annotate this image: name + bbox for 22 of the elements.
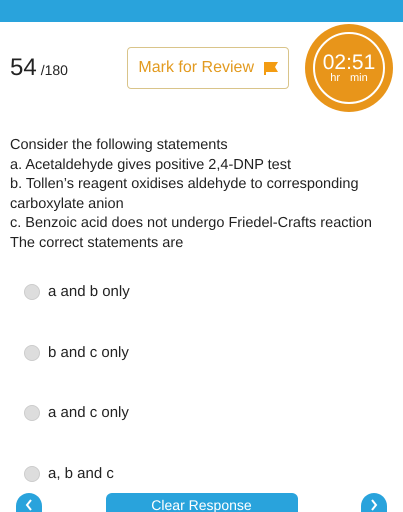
chevron-right-icon [370, 499, 378, 511]
option-label[interactable]: a, b and c [48, 462, 114, 485]
question-intro: Consider the following statements [10, 136, 229, 155]
radio-button[interactable] [24, 405, 40, 422]
radio-button[interactable] [24, 284, 40, 300]
radio-button[interactable] [24, 344, 40, 361]
question-prompt: The correct statements are [10, 234, 184, 252]
statement-text: a. Acetaldehyde gives positive 2,4-DNP test [10, 156, 292, 174]
radio-button[interactable] [24, 466, 40, 482]
hours-label: hr [330, 73, 340, 84]
next-button[interactable] [361, 493, 387, 512]
question-total: /180 [40, 61, 68, 80]
flag-icon [264, 62, 278, 74]
minutes-label: min [350, 73, 368, 84]
timer-time: 02:51 [322, 52, 376, 73]
option-label[interactable]: a and c only [48, 402, 129, 424]
option-label[interactable]: b and c only [48, 342, 129, 364]
chevron-left-icon [25, 499, 33, 511]
option-label[interactable]: a and b only [48, 281, 130, 304]
statement-text: c. Benzoic acid does not undergo Friedel-Crafts reaction [10, 214, 373, 233]
question-number: 54 [10, 53, 37, 83]
previous-button[interactable] [16, 493, 42, 512]
